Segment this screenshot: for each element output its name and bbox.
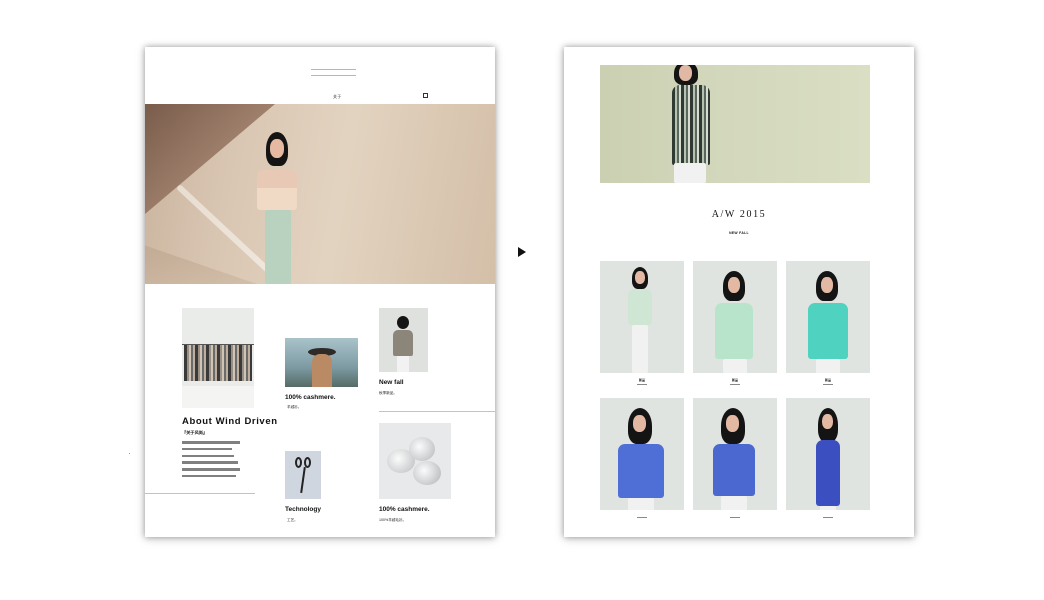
sweater [713,444,755,496]
sub-new-fall: 秋季新品。 [379,391,397,395]
nav-link-about[interactable]: 关于 [333,94,342,100]
product-label: 新品 [693,378,777,385]
product-card[interactable] [786,398,870,510]
caption-new-fall: New fall [379,379,404,386]
about-title: About Wind Driven [182,416,278,427]
collection-page-mockup: A/W 2015 NEW FALL 新品 新品 新品 [564,47,914,537]
product-label [600,515,684,518]
sub-cashmere-2: 100%羊绒毛衫。 [379,518,407,522]
product-label [693,515,777,518]
sub-cashmere: 羊绒衫。 [287,405,302,409]
collection-banner [600,65,870,183]
tile-clothes-rack[interactable] [182,308,254,408]
sweater [715,303,753,359]
menu-icon[interactable] [423,93,428,98]
sweater [808,303,848,359]
product-card[interactable] [786,261,870,373]
logo-line-bottom [311,75,356,76]
about-body-text [182,441,254,482]
tile-yarn-photo[interactable] [379,423,451,499]
product-label: 新品 [600,378,684,385]
logo-line-top [311,69,356,70]
product-card[interactable] [600,261,684,373]
caption-cashmere: 100% cashmere. [285,394,336,401]
collection-title: A/W 2015 [711,209,767,220]
product-label [786,515,870,518]
about-quote: 『关于风尚』 [182,430,208,435]
caption-technology: Technology [285,506,321,513]
hero-shadow [145,104,275,214]
sweater [816,440,840,506]
sweater [618,444,664,498]
product-label: 新品 [786,378,870,385]
divider-right [379,411,495,412]
product-card[interactable] [600,398,684,510]
tile-hat-photo[interactable] [285,338,358,387]
product-card[interactable] [693,398,777,510]
sub-technology: 工艺。 [287,518,298,522]
sweater [628,289,652,325]
divider-left [145,493,255,494]
stray-dot [129,453,130,454]
play-arrow-icon [518,247,526,257]
product-card[interactable] [693,261,777,373]
caption-cashmere-2: 100% cashmere. [379,506,430,513]
collection-subtitle[interactable]: NEW FALL [564,231,914,235]
tile-scissors-photo[interactable] [285,451,321,499]
hero-image [145,104,495,284]
homepage-mockup: 关于 100% cashmere. 羊绒衫。 New fall 秋季新品。 Ab [145,47,495,537]
tile-new-fall-photo[interactable] [379,308,428,372]
